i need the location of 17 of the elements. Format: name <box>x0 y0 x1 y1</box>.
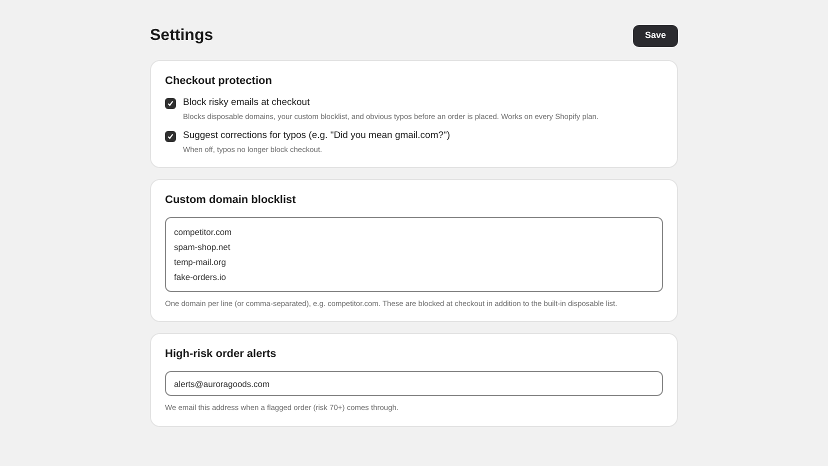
section-heading: Custom domain blocklist <box>165 193 297 207</box>
checkmark-icon <box>167 133 174 140</box>
section-heading: High-risk order alerts <box>165 347 278 362</box>
save-button[interactable]: Save <box>632 25 678 47</box>
page-title: Settings <box>150 26 214 46</box>
domain-entry: fake-orders.io <box>174 272 227 283</box>
checkmark-icon <box>167 100 174 107</box>
option-label: Block risky emails at checkout <box>183 97 311 109</box>
domain-entry: temp-mail.org <box>174 257 227 268</box>
domain-entry: competitor.com <box>174 227 233 238</box>
checkbox[interactable] <box>165 98 176 109</box>
option-label: Suggest corrections for typos (e.g. "Did you mean gmail.com?") <box>183 130 450 142</box>
email-input-field[interactable]: alerts@auroragoods.com <box>165 371 663 396</box>
domain-list-field[interactable]: competitor.com spam-shop.net temp-mail.org fake-orders.io <box>165 217 663 292</box>
checkbox[interactable] <box>165 131 176 142</box>
domain-entry: spam-shop.net <box>174 242 232 253</box>
section-heading: Checkout protection <box>165 74 273 88</box>
